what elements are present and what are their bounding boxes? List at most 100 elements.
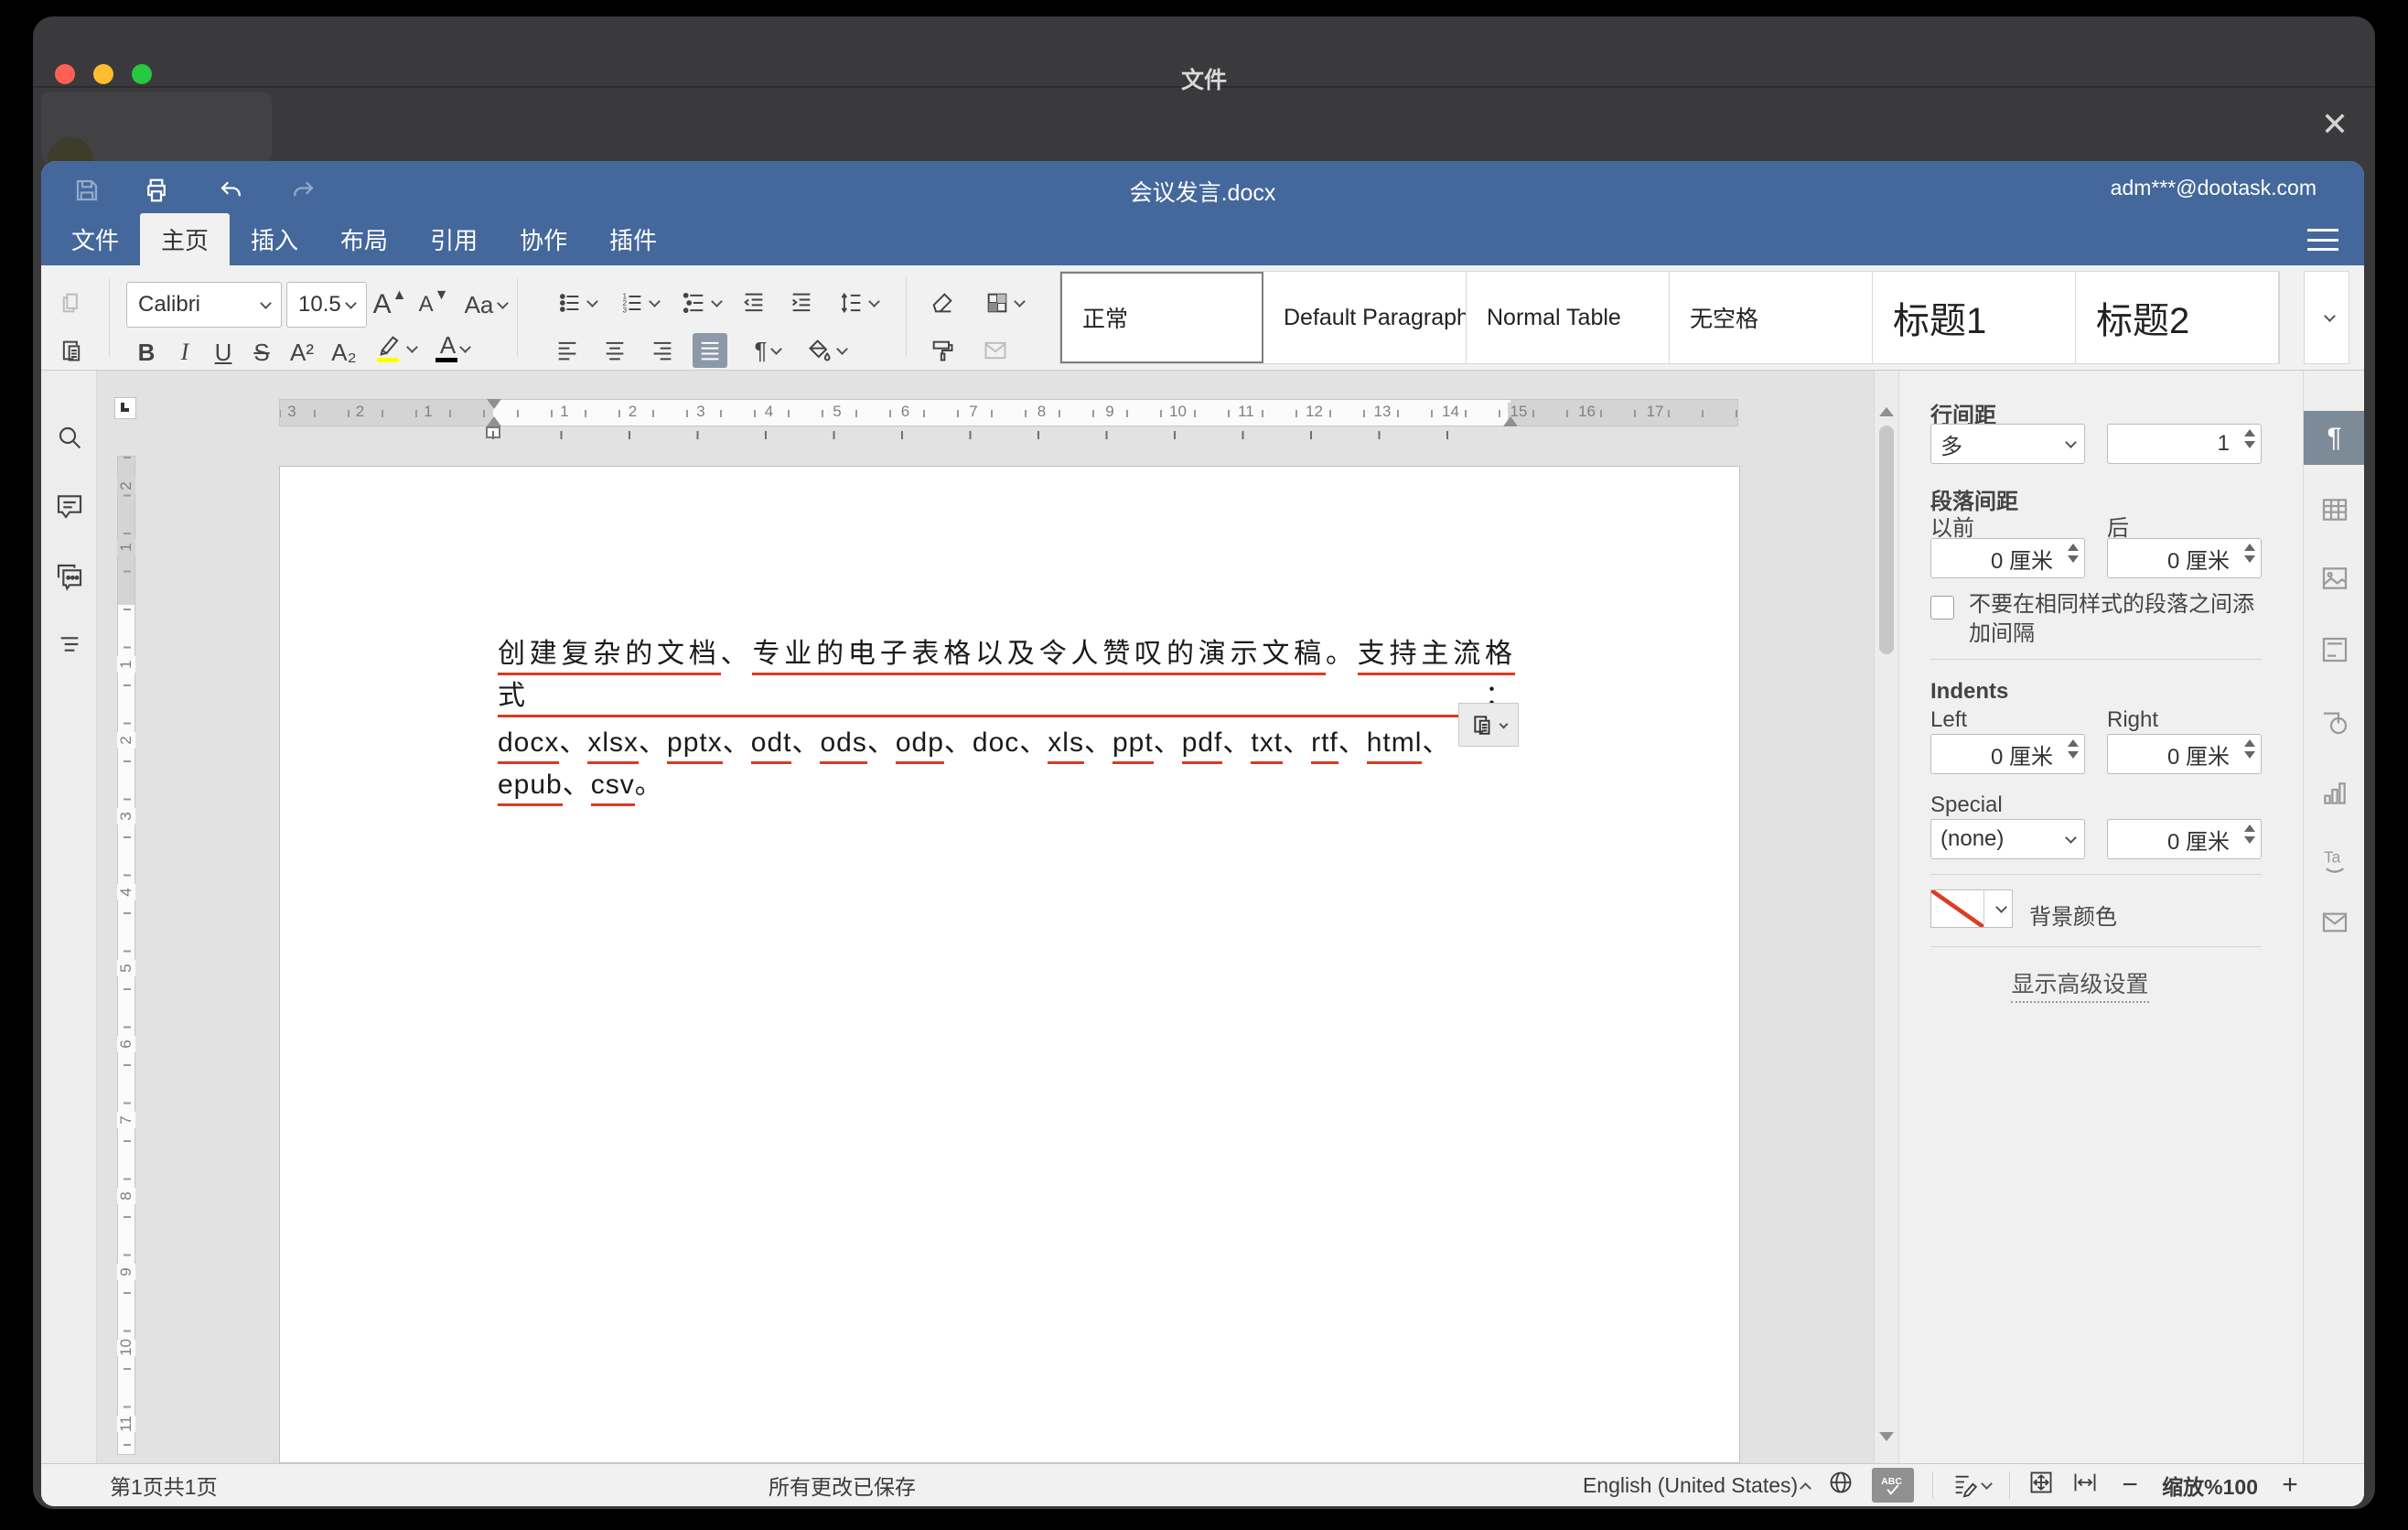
increase-indent-button[interactable] (784, 286, 819, 320)
language-selector[interactable]: English (United States) (1583, 1473, 1810, 1498)
ribbon-tab[interactable]: 主页 (140, 213, 230, 265)
align-center-button[interactable] (597, 333, 632, 368)
special-label: Special (1930, 792, 2003, 818)
font-color-button[interactable]: A (429, 331, 480, 366)
no-space-between-checkbox[interactable] (1930, 596, 1954, 620)
indent-right-spinner[interactable]: 0 厘米 (2107, 734, 2262, 774)
spacing-after-spinner[interactable]: 0 厘米 (2107, 538, 2262, 578)
copy-style-button[interactable] (925, 333, 960, 368)
document-scrollbar[interactable] (1874, 371, 1898, 1463)
ruler-number: 10 (1167, 403, 1189, 421)
chevron-down-icon (836, 343, 848, 355)
style-gallery-more-button[interactable] (2304, 271, 2349, 364)
right-indent-marker[interactable] (1503, 409, 1518, 426)
tab-stop-selector[interactable] (114, 397, 136, 419)
ribbon-tab[interactable]: 插件 (588, 213, 678, 265)
spinner-arrows[interactable] (2244, 544, 2255, 563)
search-button[interactable] (52, 420, 87, 455)
bullet-list-button[interactable] (550, 286, 603, 320)
text-art-settings-tab[interactable]: Ta (2304, 833, 2364, 888)
menu-hamburger-icon[interactable] (2307, 229, 2338, 251)
horizontal-ruler[interactable]: 3211234567891011121314151617 (279, 399, 1738, 426)
ribbon-tab[interactable]: 协作 (499, 213, 588, 265)
align-justify-button[interactable] (693, 333, 727, 368)
spinner-arrows[interactable] (2244, 739, 2255, 759)
spacing-before-spinner[interactable]: 0 厘米 (1930, 538, 2085, 578)
vertical-ruler[interactable]: 211234567891011 (117, 456, 135, 1455)
decrease-font-button[interactable]: A▼ (416, 287, 451, 322)
strikeout-button[interactable]: S (244, 335, 279, 370)
spinner-arrows[interactable] (2244, 824, 2255, 844)
paragraph-style[interactable]: 正常 (1060, 272, 1263, 363)
fit-width-button[interactable] (2072, 1470, 2098, 1501)
paste-options-button[interactable] (1458, 703, 1519, 747)
font-name-select[interactable]: Calibri (126, 282, 282, 328)
clear-style-button[interactable] (925, 286, 960, 320)
ribbon-tab[interactable]: 文件 (50, 213, 140, 265)
paragraph-settings-tab[interactable]: ¶ (2304, 411, 2364, 465)
paragraph-style[interactable]: Default Paragraph (1263, 272, 1467, 363)
chart-settings-tab[interactable] (2304, 766, 2364, 821)
line-spacing-select[interactable]: 多 (1930, 424, 2085, 464)
scroll-up-icon[interactable] (1879, 407, 1894, 416)
zoom-in-button[interactable]: + (2276, 1470, 2304, 1501)
numbered-list-button[interactable]: 123 (612, 286, 665, 320)
underline-button[interactable]: U (206, 335, 241, 370)
shape-settings-tab[interactable] (2304, 695, 2364, 749)
header-footer-settings-tab[interactable] (2304, 622, 2364, 677)
special-select[interactable]: (none) (1930, 819, 2085, 859)
fit-page-button[interactable] (2028, 1470, 2054, 1501)
ribbon-tab[interactable]: 插入 (230, 213, 319, 265)
paragraph-style[interactable]: Normal Table (1467, 272, 1670, 363)
increase-font-button[interactable]: A▲ (372, 287, 407, 322)
align-left-button[interactable] (550, 333, 585, 368)
zoom-out-button[interactable]: − (2116, 1470, 2144, 1501)
paragraph-style[interactable]: 标题2 (2076, 272, 2279, 363)
highlight-color-button[interactable] (371, 331, 422, 366)
background-color-picker[interactable] (1930, 889, 2013, 928)
line-spacing-amount-spinner[interactable]: 1 (2107, 424, 2262, 464)
multilevel-list-button[interactable] (674, 286, 727, 320)
image-settings-tab[interactable] (2304, 551, 2364, 606)
superscript-button[interactable]: A² (285, 335, 319, 370)
set-language-button[interactable] (1828, 1470, 1854, 1501)
track-changes-button[interactable] (1951, 1472, 1991, 1498)
line-spacing-button[interactable] (832, 286, 885, 320)
color-dropdown[interactable] (1984, 890, 2012, 927)
italic-button[interactable]: I (167, 335, 202, 370)
navigation-headings-button[interactable] (52, 627, 87, 662)
shading-button[interactable] (801, 333, 852, 368)
font-size-select[interactable]: 10.5 (286, 282, 367, 328)
copy-button[interactable] (54, 286, 89, 320)
mail-merge-settings-tab[interactable] (2304, 895, 2364, 950)
scroll-down-icon[interactable] (1879, 1432, 1894, 1441)
borders-button[interactable] (978, 286, 1029, 320)
spinner-arrows[interactable] (2068, 544, 2079, 563)
ribbon-tab[interactable]: 引用 (409, 213, 499, 265)
nonprinting-chars-button[interactable]: ¶ (742, 333, 793, 368)
page-number[interactable]: 第1页共1页 (110, 1464, 218, 1506)
comments-button[interactable] (52, 489, 87, 523)
show-advanced-settings-link[interactable]: 显示高级设置 (1899, 966, 2261, 999)
ribbon-tab[interactable]: 布局 (319, 213, 409, 265)
table-settings-tab[interactable] (2304, 482, 2364, 537)
chat-button[interactable] (52, 559, 87, 594)
hanging-indent-marker[interactable] (487, 409, 501, 426)
paragraph-style[interactable]: 无空格 (1670, 272, 1873, 363)
special-amount-spinner[interactable]: 0 厘米 (2107, 819, 2262, 859)
spinner-arrows[interactable] (2068, 739, 2079, 759)
indent-left-spinner[interactable]: 0 厘米 (1930, 734, 2085, 774)
subscript-button[interactable]: A₂ (327, 335, 361, 370)
document-page[interactable]: 创建复杂的文档、专业的电子表格以及令人赞叹的演示文稿。支持主流格式： docx、… (279, 466, 1740, 1463)
paragraph-style[interactable]: 标题1 (1873, 272, 2076, 363)
spinner-arrows[interactable] (2244, 429, 2255, 448)
bold-button[interactable]: B (129, 335, 164, 370)
spellcheck-button[interactable]: ABC (1872, 1468, 1914, 1503)
decrease-indent-button[interactable] (736, 286, 771, 320)
close-icon[interactable]: ✕ (2315, 104, 2355, 145)
paste-button[interactable] (54, 333, 89, 368)
scrollbar-thumb[interactable] (1879, 426, 1894, 654)
align-right-button[interactable] (645, 333, 680, 368)
change-case-button[interactable]: Aa (460, 287, 511, 322)
mail-merge-button[interactable] (978, 333, 1013, 368)
